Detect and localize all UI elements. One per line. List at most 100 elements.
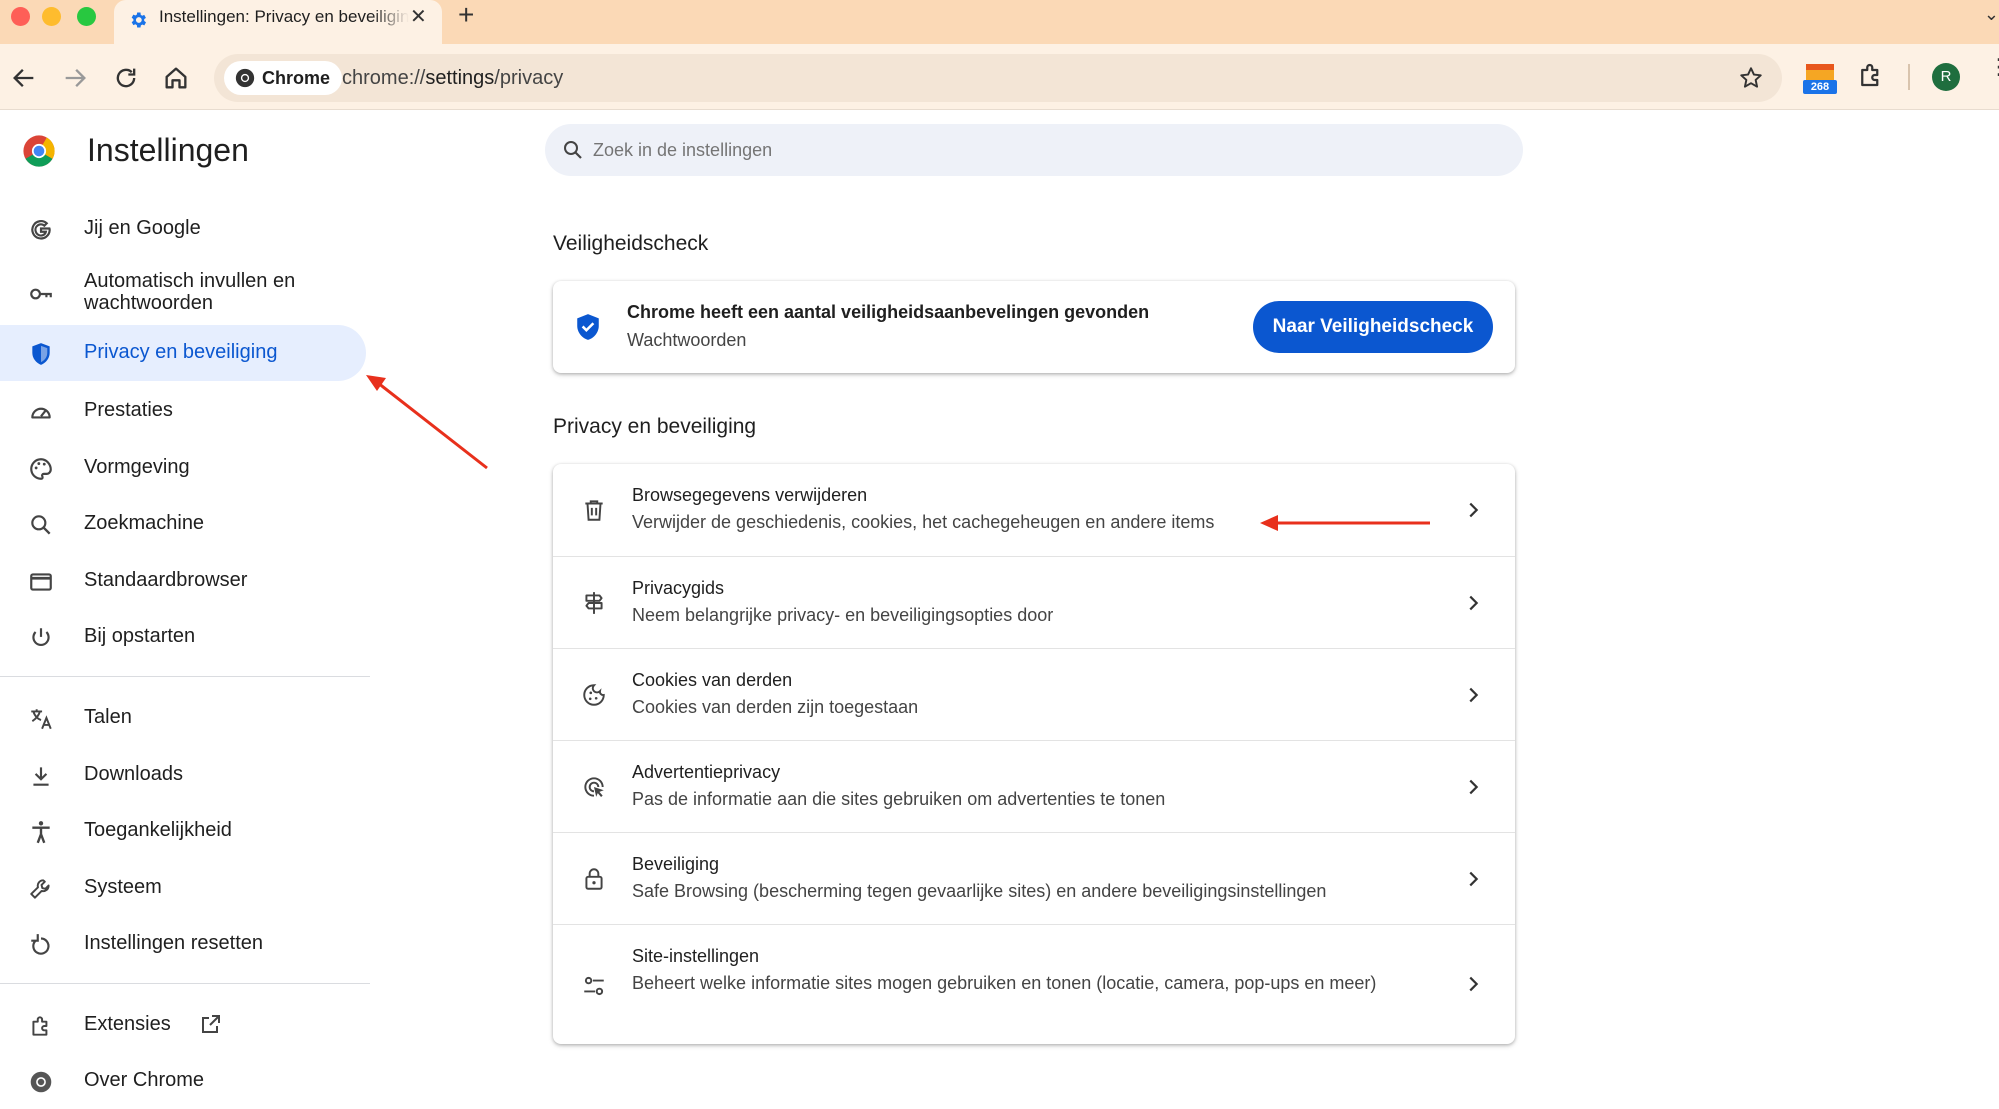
sidebar-item-label: Downloads bbox=[84, 763, 183, 785]
close-window-button[interactable] bbox=[11, 7, 30, 26]
chip-label: Chrome bbox=[262, 67, 331, 88]
more-vert-icon[interactable]: ⋮ bbox=[1988, 56, 1999, 78]
tab-strip: Instellingen: Privacy en beveiliging ✕ +… bbox=[0, 0, 1999, 44]
go-to-safety-check-button[interactable]: Naar Veiligheidscheck bbox=[1253, 301, 1493, 353]
sidebar-item-default-browser[interactable]: Standaardbrowser bbox=[0, 553, 366, 609]
signpost-icon bbox=[585, 592, 603, 614]
extension-badge-count: 268 bbox=[1803, 80, 1837, 94]
chevron-right-icon bbox=[1469, 595, 1479, 611]
safety-check-subtitle: Wachtwoorden bbox=[627, 330, 747, 350]
search-icon bbox=[31, 515, 51, 535]
row-subtitle: Neem belangrijke privacy- en beveiliging… bbox=[632, 605, 1054, 625]
sidebar-item-reset-settings[interactable]: Instellingen resetten bbox=[0, 916, 366, 972]
download-icon bbox=[33, 767, 49, 786]
sidebar-item-label: Bij opstarten bbox=[84, 625, 196, 647]
sidebar-item-label: Over Chrome bbox=[84, 1069, 205, 1091]
chevron-right-icon bbox=[1469, 502, 1479, 518]
sidebar-item-label: Extensies bbox=[84, 1013, 171, 1035]
tab-search-chevron-icon[interactable]: ⌄ bbox=[1984, 4, 1999, 25]
sidebar-divider bbox=[0, 676, 370, 677]
key-icon bbox=[30, 288, 52, 300]
home-icon[interactable] bbox=[162, 64, 190, 92]
calendar-extension-icon bbox=[1806, 64, 1834, 82]
sidebar-item-autofill[interactable]: Automatisch invullen en wachtwoorden bbox=[0, 263, 366, 323]
sidebar-item-privacy-and-security[interactable]: Privacy en beveiliging bbox=[0, 325, 366, 381]
reset-icon bbox=[31, 934, 50, 955]
chevron-right-icon bbox=[1469, 871, 1479, 887]
row-title: Privacygids bbox=[632, 578, 725, 598]
sidebar-item-label: Vormgeving bbox=[84, 456, 190, 478]
safety-check-heading: Veiligheidscheck bbox=[553, 232, 709, 255]
tab-settings[interactable]: Instellingen: Privacy en beveiliging ✕ bbox=[114, 0, 442, 44]
sidebar-item-label: Instellingen resetten bbox=[84, 932, 264, 954]
toolbar-divider bbox=[1908, 64, 1910, 90]
row-title: Cookies van derden bbox=[632, 670, 793, 690]
back-arrow-icon[interactable] bbox=[10, 64, 38, 92]
row-privacy-guide[interactable]: Privacygids Neem belangrijke privacy- en… bbox=[553, 556, 1515, 648]
power-icon bbox=[32, 628, 50, 647]
lock-icon bbox=[585, 868, 603, 890]
sidebar-item-label: Automatisch invullen en wachtwoorden bbox=[84, 270, 296, 314]
forward-arrow-icon[interactable] bbox=[61, 64, 89, 92]
ad-privacy-icon bbox=[584, 777, 604, 797]
url-text: chrome://settings/privacy bbox=[342, 67, 564, 89]
chevron-right-icon bbox=[1469, 976, 1479, 992]
privacy-section-heading: Privacy en beveiliging bbox=[553, 415, 757, 438]
translate-icon bbox=[31, 709, 52, 730]
site-info-chip[interactable]: Chrome bbox=[224, 61, 343, 95]
row-subtitle: Pas de informatie aan die sites gebruike… bbox=[632, 789, 1166, 809]
sliders-icon bbox=[584, 976, 604, 996]
sidebar-item-extensions[interactable]: Extensies bbox=[0, 997, 366, 1053]
sidebar-item-label: Privacy en beveiliging bbox=[84, 341, 278, 363]
row-clear-browsing-data[interactable]: Browsegegevens verwijderen Verwijder de … bbox=[553, 464, 1515, 556]
chevron-right-icon bbox=[1469, 687, 1479, 703]
sidebar-item-accessibility[interactable]: Toegankelijkheid bbox=[0, 803, 366, 859]
cookie-icon bbox=[583, 684, 605, 706]
minimize-window-button[interactable] bbox=[42, 7, 61, 26]
row-ad-privacy[interactable]: Advertentieprivacy Pas de informatie aan… bbox=[553, 740, 1515, 832]
sidebar-item-downloads[interactable]: Downloads bbox=[0, 747, 366, 803]
search-input[interactable] bbox=[593, 140, 1473, 161]
toolbar: Chrome chrome://settings/privacy 268 R ⋮ bbox=[0, 44, 1999, 110]
sidebar: Instellingen Jij en Google Automatisch i… bbox=[0, 110, 372, 1093]
bookmark-star-icon[interactable] bbox=[1738, 65, 1764, 91]
browser-window-icon bbox=[30, 573, 52, 591]
sidebar-item-system[interactable]: Systeem bbox=[0, 860, 366, 916]
row-third-party-cookies[interactable]: Cookies van derden Cookies van derden zi… bbox=[553, 648, 1515, 740]
chrome-icon bbox=[30, 1071, 52, 1093]
row-security[interactable]: Beveiliging Safe Browsing (bescherming t… bbox=[553, 832, 1515, 924]
address-bar[interactable]: Chrome chrome://settings/privacy bbox=[214, 54, 1782, 102]
search-icon bbox=[564, 141, 582, 159]
reload-icon[interactable] bbox=[112, 64, 140, 92]
annotation-arrow-sidebar bbox=[366, 375, 488, 470]
open-in-new-icon bbox=[202, 1015, 220, 1033]
sidebar-item-appearance[interactable]: Vormgeving bbox=[0, 440, 366, 496]
gear-icon bbox=[131, 12, 146, 28]
sidebar-item-languages[interactable]: Talen bbox=[0, 690, 366, 746]
tab-title: Instellingen: Privacy en beveiliging bbox=[159, 7, 409, 26]
row-title: Beveiliging bbox=[632, 854, 720, 874]
chrome-logo-icon bbox=[23, 135, 55, 167]
new-tab-button[interactable]: + bbox=[458, 0, 474, 30]
sidebar-item-label: Toegankelijkheid bbox=[84, 819, 232, 841]
sidebar-item-you-and-google[interactable]: Jij en Google bbox=[0, 201, 366, 257]
speedometer-icon bbox=[31, 407, 51, 419]
close-tab-icon[interactable]: ✕ bbox=[410, 4, 427, 29]
row-subtitle: Safe Browsing (bescherming tegen gevaarl… bbox=[632, 881, 1327, 901]
sidebar-item-about-chrome[interactable]: Over Chrome bbox=[0, 1053, 366, 1109]
wrench-icon bbox=[30, 879, 50, 899]
sidebar-item-label: Jij en Google bbox=[84, 217, 201, 239]
sidebar-item-on-startup[interactable]: Bij opstarten bbox=[0, 609, 366, 665]
settings-search[interactable] bbox=[545, 124, 1523, 176]
zoom-window-button[interactable] bbox=[77, 7, 96, 26]
extension-button[interactable]: 268 bbox=[1803, 62, 1837, 94]
row-site-settings[interactable]: Site-instellingen Beheert welke informat… bbox=[553, 924, 1515, 1044]
row-subtitle: Cookies van derden zijn toegestaan bbox=[632, 697, 919, 717]
puzzle-icon[interactable] bbox=[1856, 60, 1886, 90]
puzzle-icon bbox=[32, 1016, 48, 1036]
sidebar-item-search-engine[interactable]: Zoekmachine bbox=[0, 496, 366, 552]
profile-avatar[interactable]: R bbox=[1932, 63, 1960, 91]
sidebar-item-label: Talen bbox=[84, 706, 132, 728]
page-title: Instellingen bbox=[87, 132, 249, 168]
sidebar-item-performance[interactable]: Prestaties bbox=[0, 383, 366, 439]
